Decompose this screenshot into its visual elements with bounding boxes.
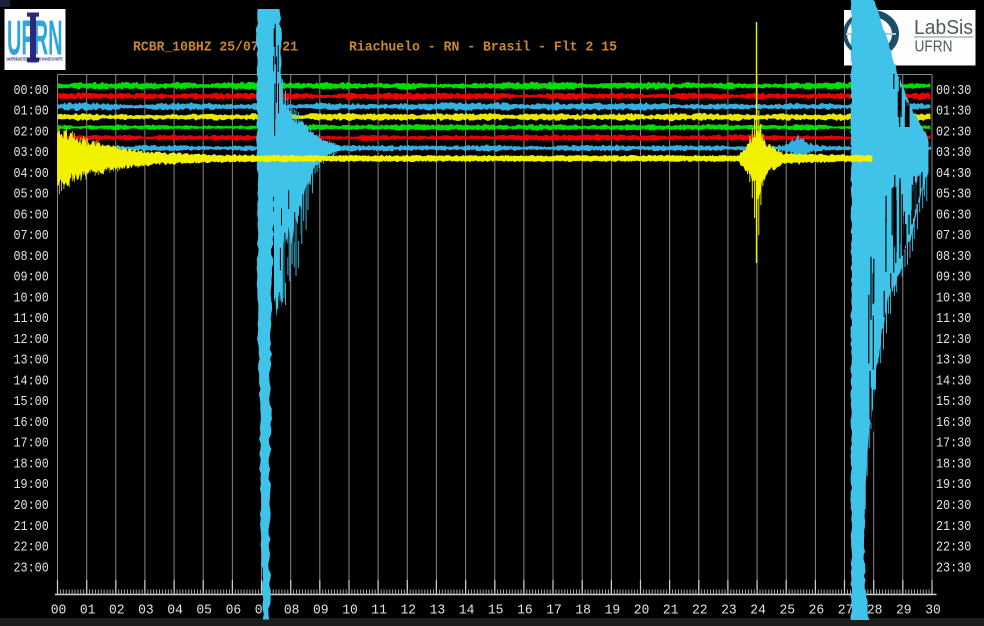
svg-text:03: 03 — [138, 603, 154, 619]
svg-text:00: 00 — [51, 603, 67, 619]
svg-text:04:30: 04:30 — [936, 166, 971, 182]
svg-text:14: 14 — [459, 603, 475, 619]
svg-text:22:00: 22:00 — [14, 540, 49, 556]
svg-text:19:30: 19:30 — [936, 477, 971, 493]
svg-text:25: 25 — [780, 603, 796, 619]
svg-text:13: 13 — [430, 603, 446, 619]
svg-text:23:30: 23:30 — [936, 560, 971, 576]
svg-text:29: 29 — [896, 603, 912, 619]
svg-text:15:00: 15:00 — [14, 394, 49, 410]
svg-text:15: 15 — [488, 603, 504, 619]
svg-text:21: 21 — [663, 603, 679, 619]
svg-text:08:00: 08:00 — [14, 249, 49, 265]
svg-text:08:30: 08:30 — [936, 249, 971, 265]
svg-text:17:30: 17:30 — [936, 436, 971, 452]
svg-text:23:00: 23:00 — [14, 560, 49, 576]
svg-text:05:00: 05:00 — [14, 187, 49, 203]
svg-text:06:00: 06:00 — [14, 207, 49, 223]
svg-text:05:30: 05:30 — [936, 187, 971, 203]
svg-text:18:30: 18:30 — [936, 457, 971, 473]
svg-text:07:00: 07:00 — [14, 228, 49, 244]
svg-text:16:00: 16:00 — [14, 415, 49, 431]
svg-text:19: 19 — [605, 603, 621, 619]
svg-text:20:00: 20:00 — [14, 498, 49, 514]
svg-text:20: 20 — [634, 603, 650, 619]
svg-text:22: 22 — [692, 603, 708, 619]
svg-text:02:00: 02:00 — [14, 124, 49, 140]
svg-text:18: 18 — [575, 603, 591, 619]
svg-text:15:30: 15:30 — [936, 394, 971, 410]
svg-text:11:30: 11:30 — [936, 311, 971, 327]
svg-text:09:00: 09:00 — [14, 270, 49, 286]
svg-text:30: 30 — [925, 603, 941, 619]
svg-text:04: 04 — [167, 603, 183, 619]
svg-text:26: 26 — [809, 603, 825, 619]
svg-text:10:30: 10:30 — [936, 290, 971, 306]
svg-text:07:30: 07:30 — [936, 228, 971, 244]
svg-text:17: 17 — [546, 603, 562, 619]
svg-text:13:00: 13:00 — [14, 353, 49, 369]
svg-text:12:30: 12:30 — [936, 332, 971, 348]
svg-text:03:00: 03:00 — [14, 145, 49, 161]
svg-text:Riachuelo - RN - Brasil - Flt: Riachuelo - RN - Brasil - Flt 2 15 — [349, 41, 617, 56]
svg-text:06:30: 06:30 — [936, 207, 971, 223]
svg-text:23: 23 — [721, 603, 737, 619]
svg-text:01:00: 01:00 — [14, 104, 49, 120]
svg-text:UFRN: UFRN — [915, 39, 953, 56]
svg-text:00:00: 00:00 — [14, 83, 49, 99]
svg-text:06: 06 — [226, 603, 242, 619]
svg-text:01: 01 — [80, 603, 96, 619]
svg-text:19:00: 19:00 — [14, 477, 49, 493]
svg-text:10:00: 10:00 — [14, 290, 49, 306]
svg-text:22:30: 22:30 — [936, 540, 971, 556]
svg-text:11:00: 11:00 — [14, 311, 49, 327]
svg-text:14:00: 14:00 — [14, 373, 49, 389]
svg-text:11: 11 — [371, 603, 387, 619]
svg-text:04:00: 04:00 — [14, 166, 49, 182]
svg-text:09:30: 09:30 — [936, 270, 971, 286]
svg-text:28: 28 — [867, 603, 883, 619]
svg-text:00:30: 00:30 — [936, 83, 971, 99]
svg-text:02:30: 02:30 — [936, 124, 971, 140]
svg-text:21:30: 21:30 — [936, 519, 971, 535]
svg-text:18:00: 18:00 — [14, 457, 49, 473]
svg-text:13:30: 13:30 — [936, 353, 971, 369]
svg-text:09: 09 — [313, 603, 329, 619]
svg-text:08: 08 — [284, 603, 300, 619]
svg-text:16: 16 — [517, 603, 533, 619]
svg-text:12: 12 — [401, 603, 417, 619]
svg-text:01:30: 01:30 — [936, 104, 971, 120]
svg-text:14:30: 14:30 — [936, 373, 971, 389]
svg-text:03:30: 03:30 — [936, 145, 971, 161]
svg-text:UNIVERSIDADE FEDERAL DO RIO GR: UNIVERSIDADE FEDERAL DO RIO GRANDE DO NO… — [7, 57, 63, 62]
svg-text:16:30: 16:30 — [936, 415, 971, 431]
svg-text:17:00: 17:00 — [14, 436, 49, 452]
svg-text:24: 24 — [750, 603, 766, 619]
svg-text:20:30: 20:30 — [936, 498, 971, 514]
svg-text:02: 02 — [109, 603, 125, 619]
svg-text:10: 10 — [342, 603, 358, 619]
svg-text:05: 05 — [196, 603, 212, 619]
svg-text:21:00: 21:00 — [14, 519, 49, 535]
svg-text:12:00: 12:00 — [14, 332, 49, 348]
svg-text:LabSis: LabSis — [914, 16, 973, 39]
